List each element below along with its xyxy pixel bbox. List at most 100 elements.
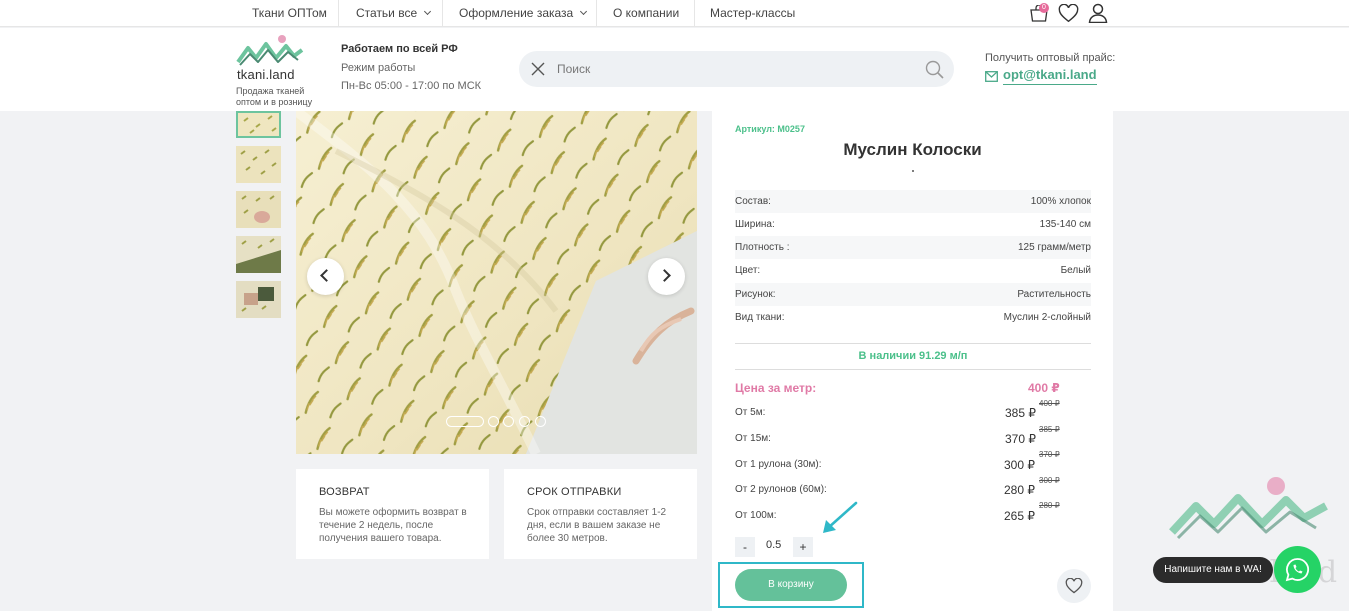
fabric-photo bbox=[296, 111, 697, 454]
user-icon[interactable] bbox=[1088, 3, 1108, 23]
tier-price: 385 ₽ bbox=[1005, 406, 1036, 420]
spec-row: Плотность : 125 грамм/метр bbox=[735, 236, 1091, 259]
search-input[interactable] bbox=[557, 58, 917, 80]
tier-old-price: 300 ₽ bbox=[1039, 476, 1060, 485]
nav-divider bbox=[694, 0, 695, 27]
product-sku: Артикул: M0257 bbox=[735, 124, 805, 134]
thumbnail-1[interactable] bbox=[236, 111, 281, 138]
nav-item-articles[interactable]: Статьи все bbox=[356, 0, 432, 27]
thumbnail-2[interactable] bbox=[236, 146, 281, 183]
tier-old-price: 400 ₽ bbox=[1039, 399, 1060, 408]
whatsapp-button[interactable] bbox=[1274, 546, 1321, 593]
logo-mark-icon[interactable] bbox=[236, 34, 304, 70]
search-icon[interactable] bbox=[925, 60, 944, 79]
shipping-card-text: Срок отправки составляет 1-2 дня, если в… bbox=[527, 507, 667, 544]
product-main-image[interactable] bbox=[296, 111, 697, 454]
spec-key: Вид ткани: bbox=[735, 312, 785, 323]
chevron-down-icon bbox=[424, 7, 432, 16]
title-dot bbox=[912, 170, 914, 172]
whatsapp-label[interactable]: Напишите нам в WA! bbox=[1153, 557, 1273, 583]
qty-decrease-button[interactable]: - bbox=[735, 537, 755, 557]
wholesale-email-link[interactable]: opt@tkani.land bbox=[1003, 67, 1097, 85]
chevron-down-icon bbox=[580, 7, 588, 16]
shipping-info-card: СРОК ОТПРАВКИ Срок отправки составляет 1… bbox=[504, 469, 697, 559]
divider bbox=[735, 343, 1091, 344]
spec-key: Рисунок: bbox=[735, 289, 776, 300]
spec-value: Муслин 2-слойный bbox=[1003, 312, 1091, 323]
stock-status: В наличии 91.29 м/п bbox=[858, 350, 968, 362]
spec-row: Вид ткани: Муслин 2-слойный bbox=[735, 306, 1091, 329]
spec-row: Состав: 100% хлопок bbox=[735, 190, 1091, 213]
nav-item-checkout[interactable]: Оформление заказа bbox=[459, 0, 588, 27]
return-info-card: ВОЗВРАТ Вы можете оформить возврат в теч… bbox=[296, 469, 489, 559]
work-region-title: Работаем по всей РФ bbox=[341, 43, 458, 55]
tier-old-price: 280 ₽ bbox=[1039, 501, 1060, 510]
gallery-next-button[interactable] bbox=[648, 258, 685, 295]
gallery-dot[interactable] bbox=[488, 416, 499, 427]
return-card-title: ВОЗВРАТ bbox=[319, 486, 370, 498]
gallery-prev-button[interactable] bbox=[307, 258, 344, 295]
spec-row: Рисунок: Растительность bbox=[735, 283, 1091, 306]
spec-value: Растительность bbox=[1017, 289, 1091, 300]
add-to-favorites-button[interactable] bbox=[1057, 569, 1091, 603]
price-per-meter-value: 400 ₽ bbox=[1028, 381, 1060, 395]
return-card-text: Вы можете оформить возврат в течение 2 н… bbox=[319, 507, 467, 544]
price-per-meter-label: Цена за метр: bbox=[735, 381, 817, 395]
tier-old-price: 370 ₽ bbox=[1039, 450, 1060, 459]
wholesale-price-label: Получить оптовый прайс: bbox=[985, 52, 1116, 64]
gallery-dot[interactable] bbox=[519, 416, 530, 427]
logo-tagline: Продажа тканей оптом и в розницу bbox=[236, 86, 313, 107]
tier-label: От 15м: bbox=[735, 433, 771, 444]
thumbnail-4[interactable] bbox=[236, 236, 281, 273]
spec-value: 135-140 см bbox=[1039, 219, 1091, 230]
spec-row: Цвет: Белый bbox=[735, 259, 1091, 282]
spec-value: 100% хлопок bbox=[1030, 196, 1091, 207]
tier-price: 370 ₽ bbox=[1005, 432, 1036, 446]
gallery-dot[interactable] bbox=[503, 416, 514, 427]
spec-key: Плотность : bbox=[735, 242, 790, 253]
mail-icon bbox=[985, 71, 998, 82]
work-mode-label: Режим работы bbox=[341, 62, 416, 74]
qty-increase-button[interactable]: + bbox=[793, 537, 813, 557]
chevron-right-icon bbox=[658, 269, 671, 282]
shipping-card-title: СРОК ОТПРАВКИ bbox=[527, 486, 622, 498]
heart-icon[interactable] bbox=[1058, 4, 1079, 23]
nav-item-wholesale[interactable]: Ткани ОПТом bbox=[252, 0, 327, 27]
chevron-left-icon bbox=[320, 269, 333, 282]
tier-price: 280 ₽ bbox=[1004, 483, 1035, 497]
divider bbox=[735, 369, 1091, 370]
gallery-dot[interactable] bbox=[535, 416, 546, 427]
nav-divider bbox=[338, 0, 339, 27]
logo-text[interactable]: tkani.land bbox=[237, 67, 295, 82]
thumbnail-5[interactable] bbox=[236, 281, 281, 318]
add-to-cart-button[interactable]: В корзину bbox=[735, 569, 847, 601]
clear-search-icon[interactable] bbox=[531, 62, 545, 76]
site-header: tkani.land Продажа тканей оптом и в розн… bbox=[0, 28, 1349, 111]
annotation-arrow-icon bbox=[823, 501, 858, 533]
tier-old-price: 385 ₽ bbox=[1039, 425, 1060, 434]
tier-label: От 2 рулонов (60м): bbox=[735, 484, 827, 495]
watermark-logo-icon bbox=[1169, 477, 1328, 540]
tier-price: 300 ₽ bbox=[1004, 458, 1035, 472]
spec-key: Ширина: bbox=[735, 219, 775, 230]
spec-row: Ширина: 135-140 см bbox=[735, 213, 1091, 236]
spec-value: Белый bbox=[1060, 265, 1091, 276]
nav-item-about[interactable]: О компании bbox=[613, 0, 679, 27]
spec-key: Состав: bbox=[735, 196, 771, 207]
top-navigation: Ткани ОПТом Статьи все Оформление заказа… bbox=[0, 0, 1349, 27]
nav-item-checkout-label: Оформление заказа bbox=[459, 6, 574, 20]
nav-divider bbox=[596, 0, 597, 27]
tier-label: От 100м: bbox=[735, 510, 777, 521]
qty-value[interactable]: 0.5 bbox=[766, 539, 781, 551]
search-bar bbox=[519, 51, 954, 87]
gallery-dot-active[interactable] bbox=[446, 416, 484, 427]
whatsapp-icon bbox=[1285, 558, 1309, 582]
spec-key: Цвет: bbox=[735, 265, 761, 276]
thumbnail-3[interactable] bbox=[236, 191, 281, 228]
heart-icon bbox=[1065, 578, 1083, 594]
spec-value: 125 грамм/метр bbox=[1017, 242, 1091, 253]
cart-count-badge: 0 bbox=[1039, 3, 1049, 13]
nav-item-masterclasses[interactable]: Мастер-классы bbox=[710, 0, 795, 27]
tier-label: От 1 рулона (30м): bbox=[735, 459, 822, 470]
tier-label: От 5м: bbox=[735, 407, 766, 418]
